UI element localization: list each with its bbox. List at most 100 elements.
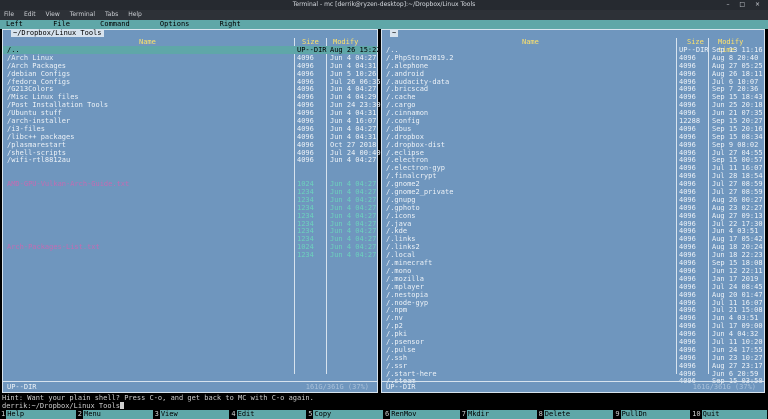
fkey-menu-button[interactable]: 2 Menu	[76, 410, 154, 419]
file-row[interactable]: /.icons 4096 Aug 27 09:13	[382, 212, 764, 220]
file-row[interactable]: /.pki 4096 Jun 4 04:32	[382, 330, 764, 338]
file-row[interactable]: /.pulse 4096 Jun 24 17:55	[382, 346, 764, 354]
file-row[interactable]	[3, 172, 377, 180]
file-row[interactable]: /fedora Configs 4096 Jul 26 06:35	[3, 78, 381, 86]
file-row[interactable]: /.mplayer 4096 Jul 24 08:45	[382, 283, 764, 291]
file-row[interactable]: /debian Configs 4096 Jun 5 10:26	[3, 70, 377, 78]
file-row[interactable]: /.minecraft 4096 Sep 15 18:08	[382, 259, 764, 267]
file-row[interactable]: /.audacity-data 4096 Jul 6 10:07	[382, 78, 764, 86]
file-size: 4096	[679, 322, 696, 331]
file-row[interactable]: /.bricscad 4096 Sep 7 20:36	[382, 85, 764, 93]
file-row[interactable]: /.node-gyp 4096 Jul 11 16:07	[382, 299, 764, 307]
file-row[interactable]: 1234 Jun 4 04:27	[3, 204, 377, 212]
fkey-copy-button[interactable]: 5 Copy	[307, 410, 384, 419]
file-row[interactable]: /.java 4096 Jul 22 17:30	[382, 220, 764, 228]
file-row[interactable]: /Misc Linux files 4096 Jun 4 04:29	[3, 93, 377, 101]
file-row[interactable]: /.config 12288 Sep 15 20:27	[382, 117, 764, 125]
file-row[interactable]: /.dropbox-dist 4096 Sep 9 08:02	[382, 141, 764, 149]
header-size[interactable]: Size	[302, 38, 319, 46]
menu-view[interactable]: View	[46, 11, 60, 18]
file-row[interactable]: /.dbus 4096 Sep 15 20:16	[382, 125, 764, 133]
file-row[interactable]: /Arch Linux 4096 Jun 4 04:27	[3, 54, 377, 62]
file-row[interactable]: /Post Installation Tools 4096 Jun 24 23:30	[3, 101, 381, 109]
mc-menu-file[interactable]: File	[53, 20, 70, 28]
file-row[interactable]: 1234 Jun 4 04:27	[3, 220, 377, 228]
file-row[interactable]: /.gnome2_private 4096 Jul 27 08:59	[382, 188, 764, 196]
left-panel[interactable]: ~/Dropbox/Linux Tools Name Size Modify t…	[2, 29, 381, 393]
file-row[interactable]: /.start-here 4096 Jun 6 20:59	[382, 370, 764, 378]
file-row[interactable]: /.. UP--DIR Sep 13 11:16	[382, 46, 764, 54]
file-row[interactable]: /.ssh 4096 Jun 23 10:27	[382, 354, 764, 362]
header-name[interactable]: Name	[522, 38, 539, 46]
file-row[interactable]: /.nestopia 4096 Aug 20 01:47	[382, 291, 764, 299]
file-row[interactable]: /.cargo 4096 Jun 25 20:18	[382, 101, 764, 109]
menu-tabs[interactable]: Tabs	[105, 11, 118, 18]
file-row[interactable]: /wifi-rtl8812au 4096 Jun 4 04:27	[3, 156, 377, 164]
file-row[interactable]: /i3-files 4096 Jun 4 04:27	[3, 125, 377, 133]
file-row[interactable]: /.dropbox 4096 Sep 15 08:34	[382, 133, 764, 141]
file-row[interactable]: /.psensor 4096 Jul 11 10:20	[382, 338, 764, 346]
mc-menu-left[interactable]: Left	[6, 20, 23, 28]
file-row[interactable]: /.. UP--DIR Aug 26 15:22	[3, 46, 381, 54]
window-controls[interactable]: – □ ×	[726, 0, 764, 10]
file-row[interactable]: /.electron 4096 Sep 15 00:57	[382, 156, 764, 164]
fkey-quit-button[interactable]: 10 Quit	[691, 410, 768, 419]
file-row[interactable]: 1234 Jun 4 04:27	[3, 196, 377, 204]
file-row[interactable]: /.local 4096 Jun 18 22:23	[382, 251, 764, 259]
file-row[interactable]: /.gphoto 4096 Aug 23 02:27	[382, 204, 764, 212]
mc-menu-right[interactable]: Right	[220, 20, 241, 28]
menu-help[interactable]: Help	[128, 11, 142, 18]
right-panel[interactable]: ~ Name Size Modify time /.. UP--DIR Sep 13…	[381, 29, 765, 393]
file-row[interactable]: /.gnome2 4096 Jul 27 08:59	[382, 180, 764, 188]
file-row[interactable]: /.mozilla 4096 Jan 17 2019	[382, 275, 764, 283]
fkey-mkdir-button[interactable]: 7 Mkdir	[460, 410, 538, 419]
mc-menu-options[interactable]: Options	[160, 20, 190, 28]
file-row[interactable]: AMD-GPU-Vulkan-Arch-Guide.txt 1024 Jun 4 0…	[3, 180, 377, 188]
terminal-area[interactable]: Left File Command Options Right ~/Dropbo…	[0, 20, 768, 419]
file-row[interactable]: /.ssr 4096 Aug 27 23:17	[382, 362, 764, 370]
file-row[interactable]: /.links 4096 Aug 17 05:42	[382, 235, 764, 243]
fkey-pulldn-button[interactable]: 9 PullDn	[614, 410, 691, 419]
file-row[interactable]: /.finalcrypt 4096 Jul 28 18:54	[382, 172, 764, 180]
header-size[interactable]: Size	[687, 38, 704, 46]
file-row[interactable]: /.mono 4096 Jun 12 22:11	[382, 267, 764, 275]
mc-menu-command[interactable]: Command	[100, 20, 130, 28]
file-row[interactable]: /.cache 4096 Sep 15 18:43	[382, 93, 764, 101]
file-row[interactable]: /G213Colors 4096 Jun 4 04:27	[3, 85, 377, 93]
header-name[interactable]: Name	[139, 38, 156, 46]
file-row[interactable]: /.eclipse 4096 Jul 27 04:55	[382, 149, 764, 157]
menu-edit[interactable]: Edit	[24, 11, 36, 18]
file-row[interactable]: /.npm 4096 Jul 21 15:08	[382, 306, 764, 314]
shell-prompt[interactable]: derrik:~/Dropbox/Linux Tools	[2, 402, 125, 410]
file-row[interactable]: /Ubuntu stuff 4096 Jun 4 04:31	[3, 109, 377, 117]
file-row[interactable]: /.p2 4096 Jul 17 09:00	[382, 322, 764, 330]
file-row[interactable]: 1234 Jun 4 04:27	[3, 188, 377, 196]
file-row[interactable]: /shell-scripts 4096 Jul 24 00:40	[3, 149, 381, 157]
file-row[interactable]: 1234 Jun 4 04:27	[3, 251, 377, 259]
file-row[interactable]: /.cinnamon 4096 Jun 21 07:35	[382, 109, 764, 117]
file-row[interactable]: /.PhpStorm2019.2 4096 Aug 8 20:40	[382, 54, 764, 62]
file-row[interactable]: /.gnupg 4096 Aug 26 00:27	[382, 196, 764, 204]
file-row[interactable]: /.nv 4096 Jun 4 03:51	[382, 314, 764, 322]
file-row[interactable]: 1234 Jun 4 04:27	[3, 227, 377, 235]
file-row[interactable]: /libc++ packages 4096 Jun 4 04:31	[3, 133, 377, 141]
file-row[interactable]: 1234 Jun 4 04:27	[3, 212, 377, 220]
file-row[interactable]: /.alephone 4096 Aug 27 05:25	[382, 62, 764, 70]
file-row[interactable]: /.links2 4096 Aug 18 20:24	[382, 243, 764, 251]
file-row[interactable]: 1234 Jun 4 04:27	[3, 235, 377, 243]
menu-terminal[interactable]: Terminal	[70, 11, 95, 18]
file-row[interactable]	[3, 164, 377, 172]
file-row[interactable]: /arch-installer 4096 Jun 4 16:07	[3, 117, 377, 125]
file-row[interactable]: Arch-Packages-List.txt 1024 Jun 4 04:27	[3, 243, 377, 251]
fkey-view-button[interactable]: 3 View	[153, 410, 231, 419]
file-row[interactable]: /Arch Packages 4096 Jun 4 04:31	[3, 62, 377, 70]
menu-file[interactable]: File	[4, 11, 14, 18]
fkey-delete-button[interactable]: 8 Delete	[537, 410, 615, 419]
fkey-help-button[interactable]: 1 Help	[0, 410, 77, 419]
fkey-renmov-button[interactable]: 6 RenMov	[383, 410, 461, 419]
file-row[interactable]: /plasmarestart 4096 Oct 27 2018	[3, 141, 377, 149]
fkey-edit-button[interactable]: 4 Edit	[230, 410, 307, 419]
file-row[interactable]: /.android 4096 Aug 26 18:11	[382, 70, 764, 78]
file-row[interactable]: /.kde 4096 Jun 4 03:51	[382, 227, 764, 235]
file-row[interactable]: /.electron-gyp 4096 Jul 11 16:07	[382, 164, 764, 172]
